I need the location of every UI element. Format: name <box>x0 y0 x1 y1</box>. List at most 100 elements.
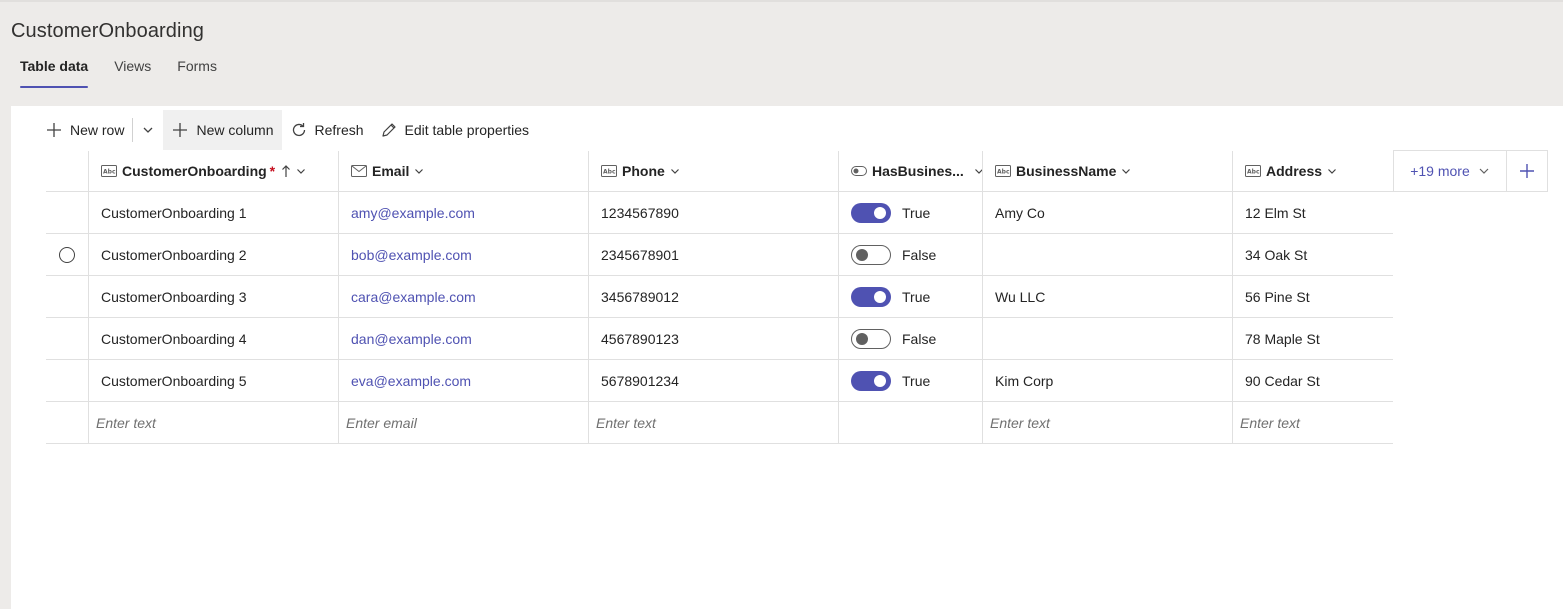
new-email-input[interactable]: Enter email <box>338 402 588 443</box>
chevron-down-icon <box>1479 168 1489 174</box>
new-row-label: New row <box>70 122 125 138</box>
svg-text:Abc: Abc <box>603 169 616 176</box>
window-top-border <box>0 0 1563 2</box>
pencil-icon <box>381 123 396 137</box>
toggle-label: True <box>902 204 931 221</box>
cell-email[interactable]: bob@example.com <box>338 234 588 275</box>
row-select-cell[interactable] <box>46 192 88 233</box>
new-address-input[interactable]: Enter text <box>1232 402 1393 443</box>
toggle-label: True <box>902 372 931 389</box>
new-column-button[interactable]: New column <box>163 110 282 150</box>
column-header-label: Address <box>1266 163 1323 179</box>
new-row-dropdown-button[interactable] <box>133 110 163 150</box>
has-business-toggle[interactable] <box>851 286 891 307</box>
text-field-icon: Abc <box>1245 165 1261 177</box>
edit-table-properties-button[interactable]: Edit table properties <box>372 110 538 150</box>
has-business-toggle[interactable] <box>851 202 891 223</box>
tab-table-data[interactable]: Table data <box>20 58 89 88</box>
column-header-email[interactable]: Email <box>338 151 588 191</box>
cell-hasbusiness[interactable]: False <box>838 318 982 359</box>
chevron-down-icon <box>296 166 306 176</box>
new-column-label: New column <box>196 122 274 138</box>
row-select-radio[interactable] <box>59 246 75 263</box>
more-columns-button[interactable]: +19 more <box>1394 151 1507 191</box>
cell-businessname[interactable] <box>982 234 1232 275</box>
new-phone-input[interactable]: Enter text <box>588 402 838 443</box>
row-select-cell[interactable] <box>46 360 88 401</box>
has-business-toggle[interactable] <box>851 244 891 265</box>
row-select-cell[interactable] <box>46 318 88 359</box>
cell-businessname[interactable]: Kim Corp <box>982 360 1232 401</box>
cell-address[interactable]: 78 Maple St <box>1232 318 1393 359</box>
row-select-cell[interactable] <box>46 276 88 317</box>
has-business-toggle[interactable] <box>851 370 891 391</box>
new-hasbusiness-cell[interactable] <box>838 402 982 443</box>
table-row[interactable]: CustomerOnboarding 2 bob@example.com 234… <box>46 234 1393 276</box>
svg-text:Abc: Abc <box>1247 169 1260 176</box>
chevron-down-icon <box>1121 166 1131 176</box>
new-row-button[interactable]: New row <box>37 110 132 150</box>
cell-address[interactable]: 12 Elm St <box>1232 192 1393 233</box>
column-header-businessname[interactable]: Abc BusinessName <box>982 151 1232 191</box>
cell-hasbusiness[interactable]: True <box>838 192 982 233</box>
sort-ascending-icon <box>281 164 291 178</box>
toggle-field-icon <box>851 166 867 176</box>
table-row[interactable]: CustomerOnboarding 1 amy@example.com 123… <box>46 192 1393 234</box>
cell-email[interactable]: dan@example.com <box>338 318 588 359</box>
has-business-toggle[interactable] <box>851 328 891 349</box>
cell-businessname[interactable] <box>982 318 1232 359</box>
add-column-button[interactable] <box>1507 151 1547 191</box>
cell-email[interactable]: eva@example.com <box>338 360 588 401</box>
cell-name[interactable]: CustomerOnboarding 4 <box>88 318 338 359</box>
plus-icon <box>173 123 188 137</box>
column-header-address[interactable]: Abc Address <box>1232 151 1393 191</box>
column-header-phone[interactable]: Abc Phone <box>588 151 838 191</box>
more-columns-label: +19 more <box>1410 163 1470 179</box>
cell-address[interactable]: 56 Pine St <box>1232 276 1393 317</box>
edit-table-properties-label: Edit table properties <box>404 122 530 138</box>
text-field-icon: Abc <box>995 165 1011 177</box>
chevron-down-icon <box>144 127 153 133</box>
grid-header: Abc CustomerOnboarding * Email Abc Phone… <box>46 151 1393 192</box>
cell-address[interactable]: 34 Oak St <box>1232 234 1393 275</box>
column-header-label: HasBusines... <box>872 163 964 179</box>
column-header-hasbusiness[interactable]: HasBusines... <box>838 151 983 191</box>
cell-phone[interactable]: 2345678901 <box>588 234 838 275</box>
cell-phone[interactable]: 3456789012 <box>588 276 838 317</box>
new-name-input[interactable]: Enter text <box>88 402 338 443</box>
table-panel: New row New column Refresh Edit table pr… <box>11 106 1563 609</box>
cell-email[interactable]: amy@example.com <box>338 192 588 233</box>
mail-icon <box>351 165 367 177</box>
cell-name[interactable]: CustomerOnboarding 3 <box>88 276 338 317</box>
cell-phone[interactable]: 1234567890 <box>588 192 838 233</box>
tab-views[interactable]: Views <box>114 58 151 88</box>
refresh-button[interactable]: Refresh <box>282 110 372 150</box>
table-row[interactable]: CustomerOnboarding 5 eva@example.com 567… <box>46 360 1393 402</box>
cell-businessname[interactable]: Amy Co <box>982 192 1232 233</box>
cell-name[interactable]: CustomerOnboarding 1 <box>88 192 338 233</box>
new-entry-row[interactable]: Enter text Enter email Enter text Enter … <box>46 402 1393 444</box>
column-header-customeronboarding[interactable]: Abc CustomerOnboarding * <box>88 151 338 191</box>
cell-hasbusiness[interactable]: True <box>838 360 982 401</box>
column-header-label: Phone <box>622 163 665 179</box>
row-select-cell[interactable] <box>46 234 88 275</box>
text-field-icon: Abc <box>101 165 117 177</box>
cell-businessname[interactable]: Wu LLC <box>982 276 1232 317</box>
tab-forms[interactable]: Forms <box>177 58 217 88</box>
table-row[interactable]: CustomerOnboarding 3 cara@example.com 34… <box>46 276 1393 318</box>
chevron-down-icon <box>1327 166 1337 176</box>
new-businessname-input[interactable]: Enter text <box>982 402 1232 443</box>
cell-phone[interactable]: 5678901234 <box>588 360 838 401</box>
cell-phone[interactable]: 4567890123 <box>588 318 838 359</box>
table-row[interactable]: CustomerOnboarding 4 dan@example.com 456… <box>46 318 1393 360</box>
cell-name[interactable]: CustomerOnboarding 5 <box>88 360 338 401</box>
cell-name[interactable]: CustomerOnboarding 2 <box>88 234 338 275</box>
column-header-label: CustomerOnboarding <box>122 163 267 179</box>
more-columns-box: +19 more <box>1393 150 1548 192</box>
cell-email[interactable]: cara@example.com <box>338 276 588 317</box>
tab-bar: Table data Views Forms <box>20 58 243 90</box>
cell-address[interactable]: 90 Cedar St <box>1232 360 1393 401</box>
cell-hasbusiness[interactable]: True <box>838 276 982 317</box>
column-header-label: BusinessName <box>1016 163 1117 179</box>
cell-hasbusiness[interactable]: False <box>838 234 982 275</box>
